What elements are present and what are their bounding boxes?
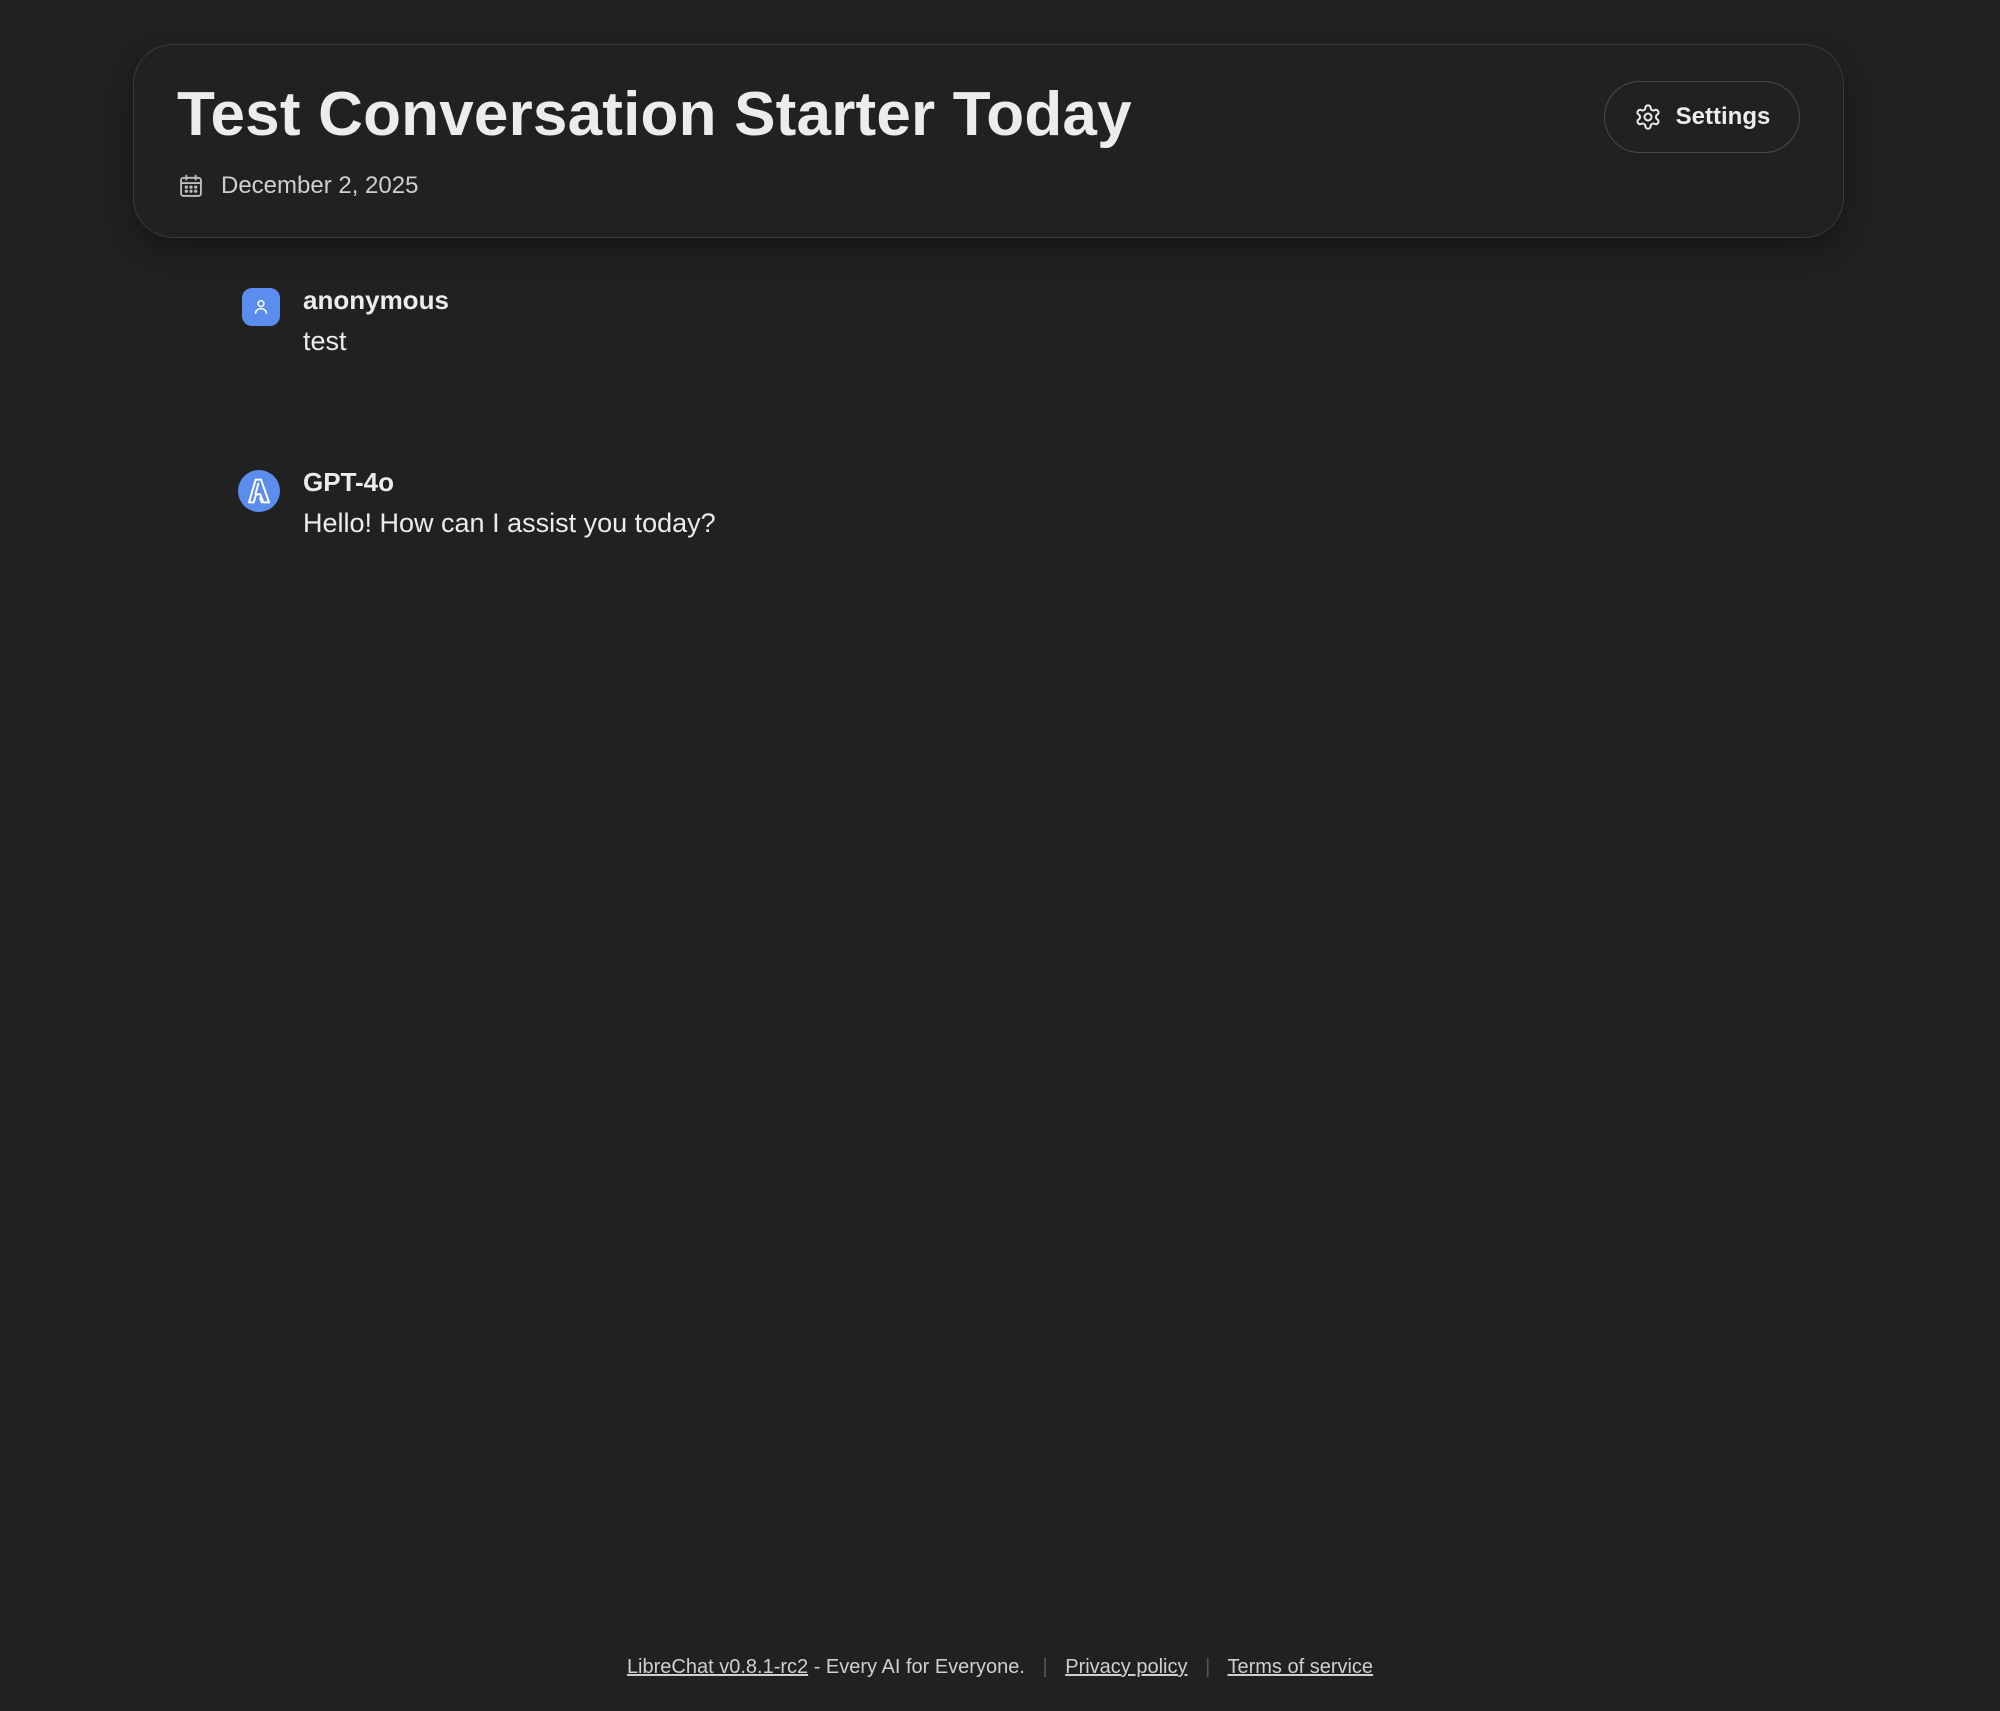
message-text: Hello! How can I assist you today? <box>303 508 716 538</box>
message-body: GPT-4o Hello! How can I assist you today… <box>303 464 716 542</box>
message-assistant: GPT-4o Hello! How can I assist you today… <box>238 464 1788 646</box>
user-icon <box>251 297 271 317</box>
footer-tagline: - Every AI for Everyone. <box>813 1656 1025 1678</box>
date-row: December 2, 2025 <box>177 169 418 203</box>
conversation-header: Test Conversation Starter Today December… <box>133 44 1844 238</box>
azure-openai-icon <box>243 475 275 507</box>
gear-icon <box>1634 103 1662 131</box>
message-list: anonymous test GPT-4o Hello! How can I a… <box>238 282 1788 646</box>
assistant-avatar <box>238 470 280 512</box>
user-avatar <box>242 288 280 326</box>
message-text: test <box>303 326 347 356</box>
conversation-date: December 2, 2025 <box>221 172 419 199</box>
calendar-icon <box>177 172 205 200</box>
version-link[interactable]: LibreChat v0.8.1-rc2 <box>627 1656 808 1678</box>
message-user: anonymous test <box>238 282 1788 464</box>
settings-button-label: Settings <box>1675 103 1771 130</box>
footer: LibreChat v0.8.1-rc2 - Every AI for Ever… <box>0 1650 2000 1684</box>
message-sender: GPT-4o <box>303 467 395 497</box>
message-body: anonymous test <box>303 282 449 360</box>
page-title: Test Conversation Starter Today <box>177 80 1132 149</box>
shared-conversation-page: Test Conversation Starter Today December… <box>0 0 2000 1711</box>
terms-of-service-link[interactable]: Terms of service <box>1227 1656 1373 1678</box>
message-sender: anonymous <box>303 285 449 315</box>
settings-button[interactable]: Settings <box>1604 81 1800 153</box>
footer-divider: | <box>1042 1656 1048 1678</box>
privacy-policy-link[interactable]: Privacy policy <box>1065 1656 1187 1678</box>
footer-divider: | <box>1205 1656 1211 1678</box>
